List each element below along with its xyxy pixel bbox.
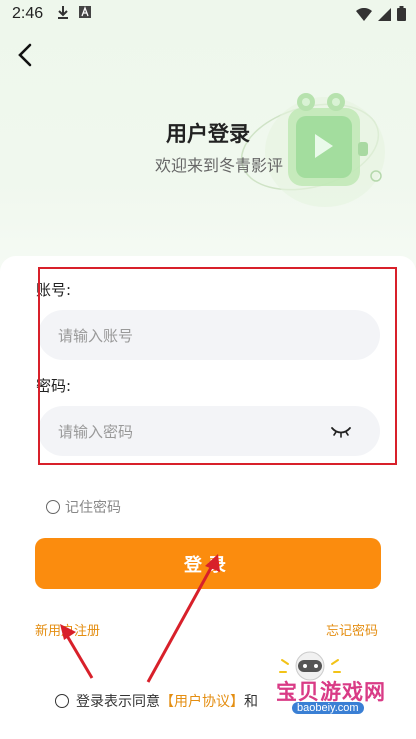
battery-icon [397, 6, 406, 25]
remember-label: 记住密码 [65, 500, 121, 516]
account-input[interactable]: 请输入账号 [38, 310, 380, 360]
register-link[interactable]: 新用户注册 [35, 620, 100, 639]
forgot-password-link[interactable]: 忘记密码 [326, 620, 378, 639]
page-subtitle: 欢迎来到冬青影评 [154, 156, 283, 175]
password-input[interactable]: 请输入密码 [38, 406, 380, 456]
agreement-radio[interactable] [55, 694, 69, 708]
watermark-url: baobeiy.com [292, 702, 364, 714]
remember-radio[interactable] [46, 500, 60, 514]
eye-closed-icon[interactable] [330, 423, 352, 439]
account-placeholder: 请输入账号 [58, 326, 134, 345]
back-button[interactable] [12, 42, 38, 68]
agreement-row: 登录表示同意 【用户协议】 和 [55, 691, 258, 711]
password-label: 密码: [36, 377, 72, 395]
user-agreement-link[interactable]: 【用户协议】 [160, 691, 244, 711]
download-icon [57, 5, 69, 23]
signal-icon [378, 7, 391, 25]
chevron-left-icon [18, 43, 32, 67]
status-bar: 2:46 [0, 0, 416, 28]
page-title: 用户登录 [166, 122, 250, 146]
app-notification-icon [79, 6, 92, 22]
agreement-prefix: 登录表示同意 [76, 694, 160, 710]
agreement-suffix: 和 [244, 694, 258, 710]
status-time: 2:46 [12, 5, 44, 22]
password-placeholder: 请输入密码 [58, 422, 134, 441]
wifi-icon [356, 7, 372, 25]
remember-password-option[interactable]: 记住密码 [46, 497, 121, 517]
account-label: 账号: [36, 281, 72, 299]
login-button[interactable]: 登录 [35, 538, 381, 589]
